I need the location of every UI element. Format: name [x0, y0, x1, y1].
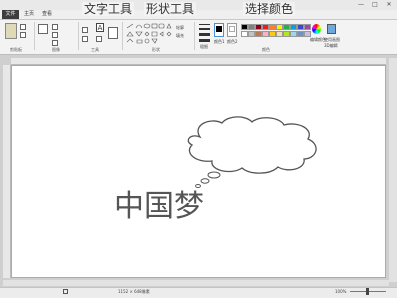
group-separator [78, 22, 79, 50]
crop-icon[interactable] [52, 24, 58, 30]
group-separator [34, 22, 35, 50]
palette-swatch[interactable] [262, 31, 269, 37]
pencil-icon[interactable] [82, 27, 88, 33]
palette-swatch[interactable] [276, 24, 283, 30]
palette-swatch[interactable] [290, 31, 297, 37]
color1-label: 颜色1 [214, 39, 225, 44]
close-button[interactable]: ✕ [383, 0, 395, 10]
size-button[interactable] [199, 22, 211, 42]
palette-swatch[interactable] [290, 24, 297, 30]
palette-swatch[interactable] [262, 24, 269, 30]
text-tool-annotation: 文字工具 [82, 2, 135, 16]
outline-label[interactable]: 轮廓 [176, 25, 184, 31]
group-separator [194, 22, 195, 50]
select-button[interactable] [38, 24, 48, 34]
ribbon-tab-bar [0, 10, 397, 20]
palette-swatch[interactable] [241, 31, 248, 37]
group-label-tools: 工具 [91, 47, 99, 52]
palette-swatch[interactable] [269, 24, 276, 30]
edit-colors-icon[interactable] [312, 24, 321, 34]
color-picker-icon[interactable] [82, 36, 88, 42]
horizontal-scrollbar[interactable] [3, 280, 389, 286]
palette-swatch[interactable] [255, 31, 262, 37]
brushes-button[interactable] [108, 27, 118, 39]
palette-swatch[interactable] [283, 31, 290, 37]
paste-button[interactable] [5, 23, 17, 39]
fill-label[interactable]: 填充 [176, 33, 184, 39]
color2-button[interactable] [227, 23, 237, 37]
group-separator [122, 22, 123, 50]
resize-icon[interactable] [52, 32, 58, 38]
color2-label: 颜色2 [227, 39, 238, 44]
minimize-button[interactable]: — [355, 0, 367, 10]
image-dimensions: 1152 × 648像素 [118, 289, 150, 294]
vertical-scrollbar[interactable] [389, 58, 397, 282]
title-bar [0, 0, 397, 10]
thought-cloud-shape[interactable] [180, 115, 328, 191]
palette-swatch[interactable] [248, 24, 255, 30]
cut-icon[interactable] [20, 24, 26, 30]
tab-view[interactable]: 查看 [42, 10, 52, 19]
file-tab[interactable]: 文件 [2, 10, 19, 19]
palette-swatch[interactable] [241, 24, 248, 30]
text-tool-icon[interactable]: A [96, 23, 104, 32]
group-label-colors: 颜色 [262, 47, 270, 52]
shape-tool-annotation: 形状工具 [144, 2, 197, 16]
zoom-slider-thumb[interactable] [366, 288, 369, 295]
size-label: 粗细 [200, 44, 208, 49]
horizontal-ruler [11, 58, 386, 65]
group-label-shapes: 形状 [152, 47, 160, 52]
color1-button[interactable] [214, 23, 224, 37]
zoom-level: 100% [335, 289, 347, 294]
shapes-gallery[interactable] [125, 22, 175, 46]
group-label-clipboard: 剪贴板 [10, 47, 22, 52]
paint3d-label[interactable]: 使用画图3D编辑 [324, 37, 344, 49]
selection-size-icon [63, 289, 68, 294]
canvas-text[interactable]: 中国梦 [114, 189, 204, 225]
palette-swatch[interactable] [304, 24, 311, 30]
palette-swatch[interactable] [248, 31, 255, 37]
maximize-button[interactable]: □ [369, 0, 381, 10]
group-label-image: 图像 [52, 47, 60, 52]
tab-home[interactable]: 主页 [24, 10, 34, 19]
magnifier-icon[interactable] [96, 36, 102, 42]
palette-swatch[interactable] [269, 31, 276, 37]
copy-icon[interactable] [20, 32, 26, 38]
vertical-ruler [3, 65, 11, 278]
palette-swatch[interactable] [297, 31, 304, 37]
palette-swatch[interactable] [297, 24, 304, 30]
paint3d-icon[interactable] [327, 24, 336, 34]
palette-swatch[interactable] [276, 31, 283, 37]
palette-swatch[interactable] [283, 24, 290, 30]
rotate-icon[interactable] [52, 40, 58, 46]
palette-swatch[interactable] [255, 24, 262, 30]
select-color-annotation: 选择颜色 [243, 2, 296, 16]
